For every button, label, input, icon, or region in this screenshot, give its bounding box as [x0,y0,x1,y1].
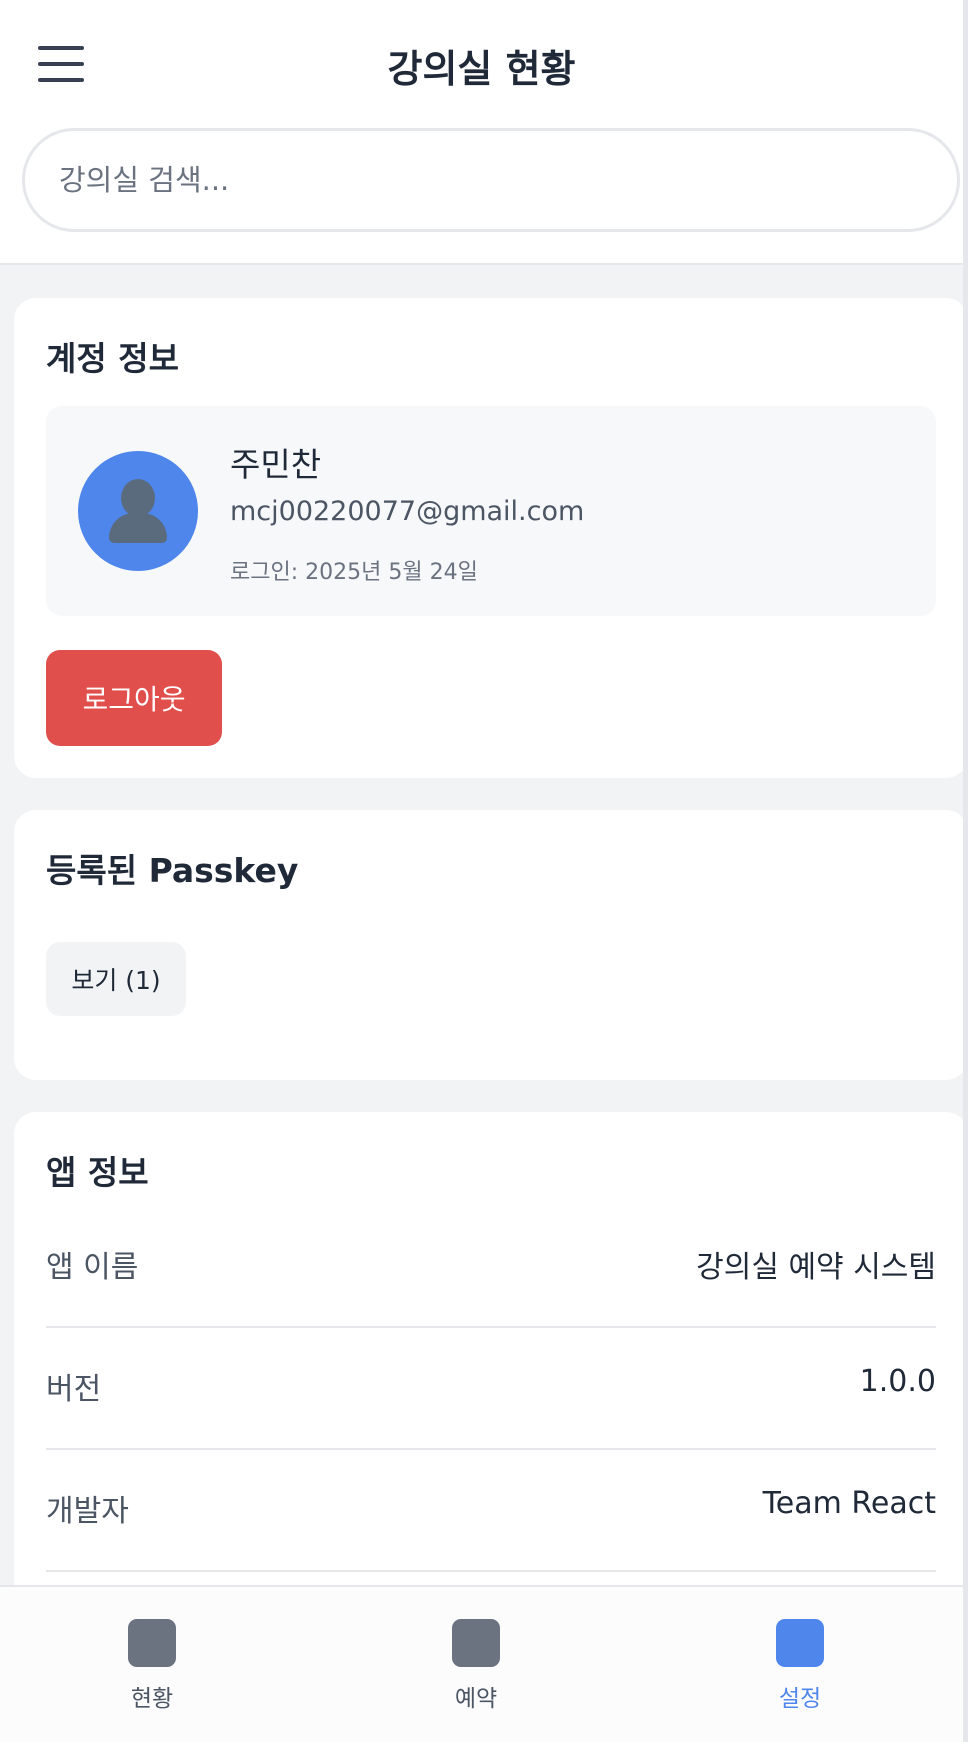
info-label: 개발자 [46,1494,129,1529]
info-label: 앱 이름 [46,1250,139,1285]
info-row-developer: 개발자 Team React [46,1450,936,1572]
account-info-card: 계정 정보 주민찬 mcj00220077@gmail.com 로그인: 202… [14,298,968,778]
info-value: Team React [762,1486,936,1521]
info-value: 강의실 예약 시스템 [696,1250,936,1285]
top-header: 강의실 현황 [0,0,963,265]
status-icon [128,1619,176,1667]
avatar-user-icon [78,451,198,571]
nav-label: 설정 [778,1686,822,1712]
info-row-app-name: 앱 이름 강의실 예약 시스템 [46,1206,936,1328]
profile-box: 주민찬 mcj00220077@gmail.com 로그인: 2025년 5월 … [46,406,936,616]
nav-item-status[interactable]: 현황 [92,1587,212,1742]
info-label: 버전 [46,1372,102,1407]
page-title: 강의실 현황 [387,47,576,91]
section-title-account: 계정 정보 [46,339,179,378]
logout-button[interactable]: 로그아웃 [46,650,222,746]
user-name: 주민찬 [230,445,322,484]
window-edge [963,0,968,1742]
nav-label: 예약 [454,1686,498,1712]
search-bar[interactable] [22,128,960,232]
login-date: 로그인: 2025년 5월 24일 [230,560,478,585]
app-info-card: 앱 정보 앱 이름 강의실 예약 시스템 버전 1.0.0 개발자 Team R… [14,1112,968,1632]
info-row-version: 버전 1.0.0 [46,1328,936,1450]
info-value: 1.0.0 [859,1364,936,1399]
passkey-card: 등록된 Passkey 보기 (1) [14,810,968,1080]
section-title-app-info: 앱 정보 [46,1153,149,1192]
search-input[interactable] [59,163,957,197]
bottom-navigation: 현황 예약 설정 [0,1585,963,1742]
nav-item-settings[interactable]: 설정 [740,1587,860,1742]
view-passkeys-button[interactable]: 보기 (1) [46,942,186,1016]
app-screen: 강의실 현황 계정 정보 주민찬 mcj00220077@gmail.com 로… [0,0,968,1742]
reservation-icon [452,1619,500,1667]
settings-icon [776,1619,824,1667]
user-email: mcj00220077@gmail.com [230,496,585,527]
section-title-passkey: 등록된 Passkey [46,851,299,890]
nav-item-reservation[interactable]: 예약 [416,1587,536,1742]
nav-label: 현황 [130,1686,174,1712]
